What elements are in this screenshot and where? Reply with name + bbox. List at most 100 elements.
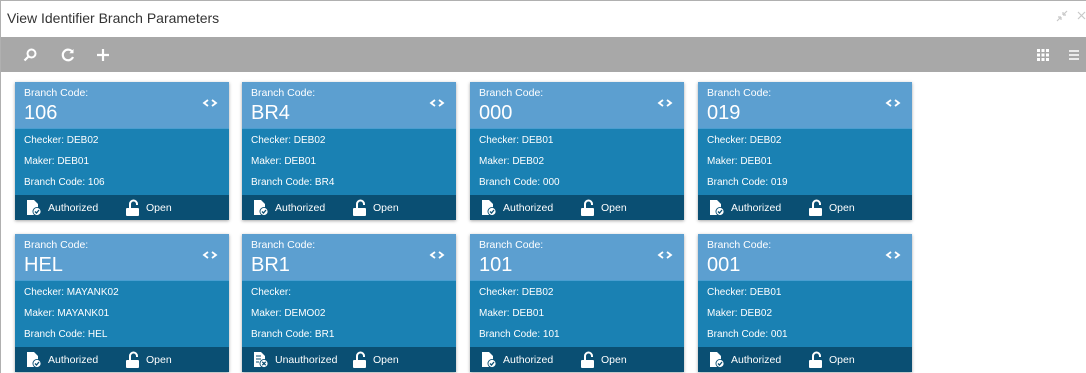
maker-text: Maker: DEB02 xyxy=(479,156,545,167)
branch-card[interactable]: Branch Code: 001 Checker: DEB01 Maker: D… xyxy=(698,234,912,372)
auth-status: Authorized xyxy=(252,195,325,220)
card-branch-code: 101 xyxy=(479,254,513,276)
open-status: Open xyxy=(580,347,627,372)
card-header-label: Branch Code: xyxy=(251,239,316,251)
branch-code-text: Branch Code: BR1 xyxy=(251,329,335,340)
link-icon[interactable] xyxy=(884,249,902,261)
auth-label: Authorized xyxy=(731,353,782,366)
authorized-icon xyxy=(710,351,725,368)
card-footer: Unauthorized Open xyxy=(242,347,456,372)
unlock-icon xyxy=(126,199,139,216)
checker-text: Checker: MAYANK02 xyxy=(24,287,119,298)
add-icon[interactable] xyxy=(90,37,116,72)
branch-card[interactable]: Branch Code: 101 Checker: DEB02 Maker: D… xyxy=(470,234,684,372)
card-branch-code: 000 xyxy=(479,102,513,124)
checker-text: Checker: DEB02 xyxy=(24,135,99,146)
card-body: Checker: DEB02 Maker: DEB01 Branch Code:… xyxy=(242,128,456,195)
authorized-icon xyxy=(27,199,42,216)
card-header: Branch Code: BR1 xyxy=(242,234,456,280)
card-footer: Authorized Open xyxy=(698,195,912,220)
auth-status: Authorized xyxy=(708,195,781,220)
card-header-label: Branch Code: xyxy=(479,87,544,99)
minimize-icon[interactable] xyxy=(1055,9,1069,26)
list-view-icon[interactable] xyxy=(1069,37,1086,72)
auth-status: Authorized xyxy=(708,347,781,372)
unauthorized-icon xyxy=(254,351,269,368)
checker-text: Checker: DEB02 xyxy=(707,135,782,146)
link-icon[interactable] xyxy=(428,249,446,261)
card-header: Branch Code: HEL xyxy=(15,234,229,280)
link-icon[interactable] xyxy=(656,97,674,109)
auth-label: Authorized xyxy=(275,201,326,214)
card-header: Branch Code: 019 xyxy=(698,82,912,128)
open-status: Open xyxy=(125,195,172,220)
authorized-icon xyxy=(254,199,269,216)
card-footer: Authorized Open xyxy=(15,195,229,220)
card-body: Checker: DEB01 Maker: DEB02 Branch Code:… xyxy=(470,128,684,195)
card-body: Checker: DEB02 Maker: DEB01 Branch Code:… xyxy=(698,128,912,195)
open-status: Open xyxy=(352,347,399,372)
open-label: Open xyxy=(146,353,172,366)
auth-status: Authorized xyxy=(480,347,553,372)
card-header: Branch Code: 000 xyxy=(470,82,684,128)
branch-code-text: Branch Code: 001 xyxy=(707,329,788,340)
card-body: Checker: DEB01 Maker: DEB02 Branch Code:… xyxy=(698,280,912,347)
search-icon[interactable] xyxy=(17,37,43,72)
branch-card[interactable]: Branch Code: 019 Checker: DEB02 Maker: D… xyxy=(698,82,912,220)
title-bar: View Identifier Branch Parameters xyxy=(1,1,1086,37)
card-footer: Authorized Open xyxy=(698,347,912,372)
open-label: Open xyxy=(373,353,399,366)
card-footer: Authorized Open xyxy=(470,347,684,372)
auth-status: Authorized xyxy=(25,347,98,372)
card-header-label: Branch Code: xyxy=(707,87,772,99)
maker-text: Maker: MAYANK01 xyxy=(24,308,110,319)
maker-text: Maker: DEB01 xyxy=(24,156,90,167)
branch-code-text: Branch Code: 101 xyxy=(479,329,560,340)
branch-card[interactable]: Branch Code: BR4 Checker: DEB02 Maker: D… xyxy=(242,82,456,220)
maker-text: Maker: DEB01 xyxy=(707,156,773,167)
card-header-label: Branch Code: xyxy=(707,239,772,251)
branch-card[interactable]: Branch Code: 000 Checker: DEB01 Maker: D… xyxy=(470,82,684,220)
auth-status: Authorized xyxy=(480,195,553,220)
open-label: Open xyxy=(601,201,627,214)
close-icon[interactable] xyxy=(1075,9,1086,26)
link-icon[interactable] xyxy=(428,97,446,109)
link-icon[interactable] xyxy=(201,97,219,109)
auth-status: Unauthorized xyxy=(252,347,337,372)
grid-view-icon[interactable] xyxy=(1031,37,1055,72)
link-icon[interactable] xyxy=(656,249,674,261)
branch-code-text: Branch Code: HEL xyxy=(24,329,108,340)
authorized-icon xyxy=(482,199,497,216)
maker-text: Maker: DEMO02 xyxy=(251,308,326,319)
card-footer: Authorized Open xyxy=(15,347,229,372)
card-header: Branch Code: BR4 xyxy=(242,82,456,128)
auth-label: Authorized xyxy=(731,201,782,214)
card-header: Branch Code: 001 xyxy=(698,234,912,280)
auth-label: Authorized xyxy=(48,353,99,366)
link-icon[interactable] xyxy=(201,249,219,261)
maker-text: Maker: DEB01 xyxy=(251,156,317,167)
refresh-icon[interactable] xyxy=(55,37,81,72)
card-header: Branch Code: 106 xyxy=(15,82,229,128)
unlock-icon xyxy=(353,199,366,216)
branch-card[interactable]: Branch Code: HEL Checker: MAYANK02 Maker… xyxy=(15,234,229,372)
branch-code-text: Branch Code: 106 xyxy=(24,177,105,188)
card-branch-code: 106 xyxy=(24,102,58,124)
card-footer: Authorized Open xyxy=(242,195,456,220)
auth-label: Unauthorized xyxy=(275,353,338,366)
open-label: Open xyxy=(373,201,399,214)
open-status: Open xyxy=(125,347,172,372)
card-footer: Authorized Open xyxy=(470,195,684,220)
authorized-icon xyxy=(482,351,497,368)
link-icon[interactable] xyxy=(884,97,902,109)
branch-card[interactable]: Branch Code: BR1 Checker: Maker: DEMO02 … xyxy=(242,234,456,372)
checker-text: Checker: DEB02 xyxy=(479,287,554,298)
open-status: Open xyxy=(580,195,627,220)
unlock-icon xyxy=(581,199,594,216)
checker-text: Checker: xyxy=(251,287,292,298)
branch-card[interactable]: Branch Code: 106 Checker: DEB02 Maker: D… xyxy=(15,82,229,220)
window-title: View Identifier Branch Parameters xyxy=(7,10,220,26)
card-header: Branch Code: 101 xyxy=(470,234,684,280)
auth-status: Authorized xyxy=(25,195,98,220)
card-header-label: Branch Code: xyxy=(24,239,89,251)
